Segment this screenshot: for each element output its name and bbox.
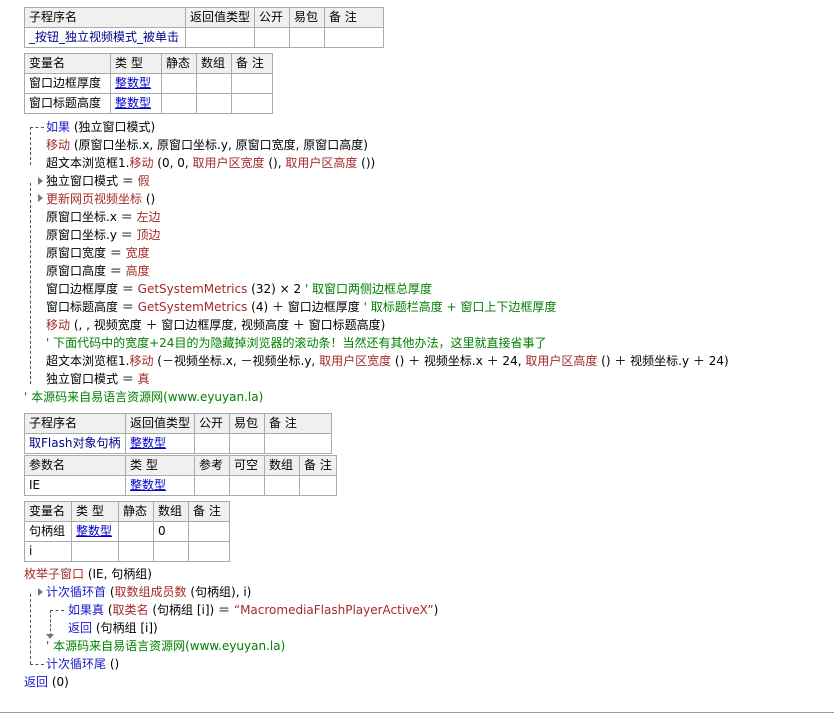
flow-arrow-icon xyxy=(38,177,43,185)
col-sub-name: 子程序名 xyxy=(24,413,126,434)
col-remark: 备 注 xyxy=(324,7,385,28)
code-line[interactable]: 原窗口宽度 ＝ 宽度 xyxy=(46,245,150,261)
col-static: 静态 xyxy=(161,53,197,74)
col-public: 公开 xyxy=(254,7,291,28)
col-sub-name: 子程序名 xyxy=(24,7,186,28)
col-nullable: 可空 xyxy=(229,455,265,476)
code-line[interactable]: 窗口标题高度 ＝ GetSystemMetrics (4) ＋ 窗口边框厚度 '… xyxy=(46,299,556,315)
var-array[interactable]: 0 xyxy=(153,521,189,542)
code-line[interactable]: 移动 (原窗口坐标.x, 原窗口坐标.y, 原窗口宽度, 原窗口高度) xyxy=(46,137,368,153)
param-name[interactable]: IE xyxy=(24,475,126,496)
sub-name-cell[interactable]: _按钮_独立视频模式_被单击 xyxy=(24,27,186,48)
col-array: 数组 xyxy=(153,501,189,522)
col-remark: 备 注 xyxy=(264,413,333,434)
flow-line xyxy=(30,127,44,128)
col-array: 数组 xyxy=(264,455,300,476)
var-type[interactable]: 整数型 xyxy=(110,73,162,94)
col-ref: 参考 xyxy=(194,455,230,476)
flow-arrow-icon xyxy=(38,588,43,596)
col-var-name: 变量名 xyxy=(24,501,72,522)
sub-header-table-2: 子程序名 返回值类型 公开 易包 备 注 取Flash对象句柄 整数型 xyxy=(24,413,333,454)
code-line[interactable]: 更新网页视频坐标 () xyxy=(46,191,155,207)
param-type[interactable]: 整数型 xyxy=(125,475,195,496)
flow-line xyxy=(30,127,31,165)
col-array: 数组 xyxy=(196,53,232,74)
col-epkg: 易包 xyxy=(289,7,326,28)
col-param-name: 参数名 xyxy=(24,455,126,476)
var-name[interactable]: i xyxy=(24,541,72,562)
var-type[interactable]: 整数型 xyxy=(110,93,162,114)
code-line[interactable]: 超文本浏览框1.移动 (0, 0, 取用户区宽度 (), 取用户区高度 ()) xyxy=(46,155,375,171)
var-type[interactable] xyxy=(71,541,119,562)
code-line-if[interactable]: 如果 (独立窗口模式) xyxy=(46,119,155,135)
col-remark: 备 注 xyxy=(299,455,337,476)
flow-line xyxy=(50,610,51,636)
col-var-type: 类 型 xyxy=(110,53,162,74)
flow-line xyxy=(30,183,31,196)
sub-name-cell[interactable]: 取Flash对象句柄 xyxy=(24,433,126,454)
bottom-divider xyxy=(0,712,834,713)
col-remark: 备 注 xyxy=(188,501,230,522)
code-line-if[interactable]: 如果真 (取类名 (句柄组 [i]) ＝ “MacromediaFlashPla… xyxy=(68,602,438,618)
code-line-loop-end[interactable]: 计次循环尾 () xyxy=(46,656,119,672)
var-array[interactable] xyxy=(153,541,189,562)
flow-line xyxy=(30,664,44,665)
col-var-name: 变量名 xyxy=(24,53,111,74)
var-type[interactable]: 整数型 xyxy=(71,521,119,542)
flow-line xyxy=(30,594,31,664)
code-comment[interactable]: ' 下面代码中的宽度+24目的为隐藏掉浏览器的滚动条！当然还有其他办法，这里就直… xyxy=(46,335,546,351)
sub-header-table-1: 子程序名 返回值类型 公开 易包 备 注 _按钮_独立视频模式_被单击 xyxy=(24,7,385,48)
code-line[interactable]: 窗口边框厚度 ＝ GetSystemMetrics (32) × 2 ' 取窗口… xyxy=(46,281,432,297)
code-line[interactable]: 超文本浏览框1.移动 (－视频坐标.x, －视频坐标.y, 取用户区宽度 () … xyxy=(46,353,729,369)
col-var-type: 类 型 xyxy=(71,501,119,522)
code-line[interactable]: 独立窗口模式 ＝ 假 xyxy=(46,173,150,189)
var-name[interactable]: 句柄组 xyxy=(24,521,72,542)
code-line[interactable]: 原窗口坐标.x ＝ 左边 xyxy=(46,209,161,225)
var-name[interactable]: 窗口边框厚度 xyxy=(24,73,111,94)
code-line[interactable]: 原窗口坐标.y ＝ 顶边 xyxy=(46,227,161,243)
col-return-type: 返回值类型 xyxy=(124,413,196,434)
return-type-cell[interactable]: 整数型 xyxy=(124,433,196,454)
col-static: 静态 xyxy=(118,501,154,522)
param-table: 参数名 类 型 参考 可空 数组 备 注 IE 整数型 xyxy=(24,455,337,496)
var-table-1: 变量名 类 型 静态 数组 备 注 窗口边框厚度 整数型 窗口标题高度 整数型 xyxy=(24,53,273,114)
col-param-type: 类 型 xyxy=(125,455,195,476)
code-line[interactable]: 原窗口高度 ＝ 高度 xyxy=(46,263,150,279)
code-comment[interactable]: ' 本源码来自易语言资源网(www.eyuyan.la) xyxy=(46,638,285,654)
code-line[interactable]: 移动 (, , 视频宽度 ＋ 窗口边框厚度, 视频高度 ＋ 窗口标题高度) xyxy=(46,317,385,333)
code-line[interactable]: 独立窗口模式 ＝ 真 xyxy=(46,371,150,387)
code-line[interactable]: 返回 (句柄组 [i]) xyxy=(68,620,158,636)
code-comment[interactable]: ' 本源码来自易语言资源网(www.eyuyan.la) xyxy=(24,389,263,405)
flow-line xyxy=(50,610,64,611)
flow-line xyxy=(30,200,31,384)
var-table-2: 变量名 类 型 静态 数组 备 注 句柄组 整数型 0 i xyxy=(24,501,230,562)
code-line[interactable]: 返回 (0) xyxy=(24,674,69,690)
col-epkg: 易包 xyxy=(229,413,266,434)
col-return-type: 返回值类型 xyxy=(184,7,256,28)
col-remark: 备 注 xyxy=(231,53,273,74)
code-line-loop[interactable]: 计次循环首 (取数组成员数 (句柄组), i) xyxy=(46,584,251,600)
var-name[interactable]: 窗口标题高度 xyxy=(24,93,111,114)
flow-arrow-icon xyxy=(38,194,43,202)
code-line[interactable]: 枚举子窗口 (IE, 句柄组) xyxy=(24,566,152,582)
col-public: 公开 xyxy=(194,413,231,434)
